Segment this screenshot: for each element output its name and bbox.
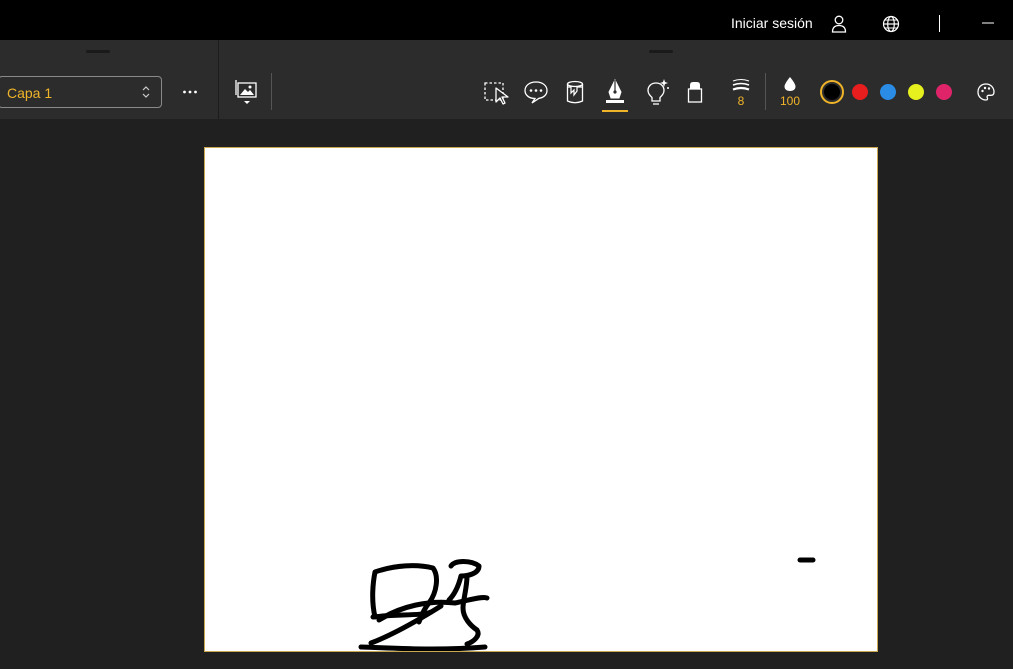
palette-icon[interactable] xyxy=(976,82,996,102)
color-swatch-red[interactable] xyxy=(852,84,868,100)
layer-select[interactable]: Capa 1 xyxy=(0,76,162,108)
opacity-value: 100 xyxy=(779,94,801,108)
speech-bubble-icon[interactable] xyxy=(523,79,549,105)
lightbulb-icon[interactable] xyxy=(644,77,670,107)
layer-select-value: Capa 1 xyxy=(7,85,53,101)
color-swatch-black[interactable] xyxy=(824,84,840,100)
ink-strokes xyxy=(358,557,816,651)
pen-nib-icon[interactable] xyxy=(603,78,627,106)
toolbar-divider-2 xyxy=(765,73,766,110)
color-swatch-blue[interactable] xyxy=(880,84,896,100)
paint-bucket-icon[interactable] xyxy=(564,79,586,105)
eraser-icon[interactable] xyxy=(686,79,704,105)
stroke-size-icon[interactable] xyxy=(731,78,751,92)
color-swatch-pink[interactable] xyxy=(936,84,952,100)
pen-tool-active-indicator xyxy=(602,110,628,112)
image-folder-icon[interactable] xyxy=(235,78,259,106)
stroke-size-value: 8 xyxy=(737,94,745,108)
drawing-canvas[interactable] xyxy=(204,147,878,652)
toolbar: Capa 1 8 100 xyxy=(0,40,1013,119)
title-bar: Iniciar sesión xyxy=(0,0,1013,40)
opacity-drop-icon[interactable] xyxy=(783,76,797,92)
lasso-select-icon[interactable] xyxy=(483,79,511,105)
more-horizontal-icon[interactable] xyxy=(182,89,198,95)
sign-in-link[interactable]: Iniciar sesión xyxy=(731,15,813,31)
chevron-updown-icon xyxy=(142,86,150,98)
color-swatch-yellow[interactable] xyxy=(908,84,924,100)
titlebar-divider xyxy=(939,15,940,32)
minimize-icon[interactable] xyxy=(982,22,994,24)
panel-divider xyxy=(218,40,219,119)
globe-icon[interactable] xyxy=(882,15,900,33)
toolbar-divider xyxy=(271,73,272,110)
user-icon[interactable] xyxy=(831,15,847,33)
left-panel-grip[interactable] xyxy=(86,50,110,53)
toolbar-grip[interactable] xyxy=(649,50,673,53)
